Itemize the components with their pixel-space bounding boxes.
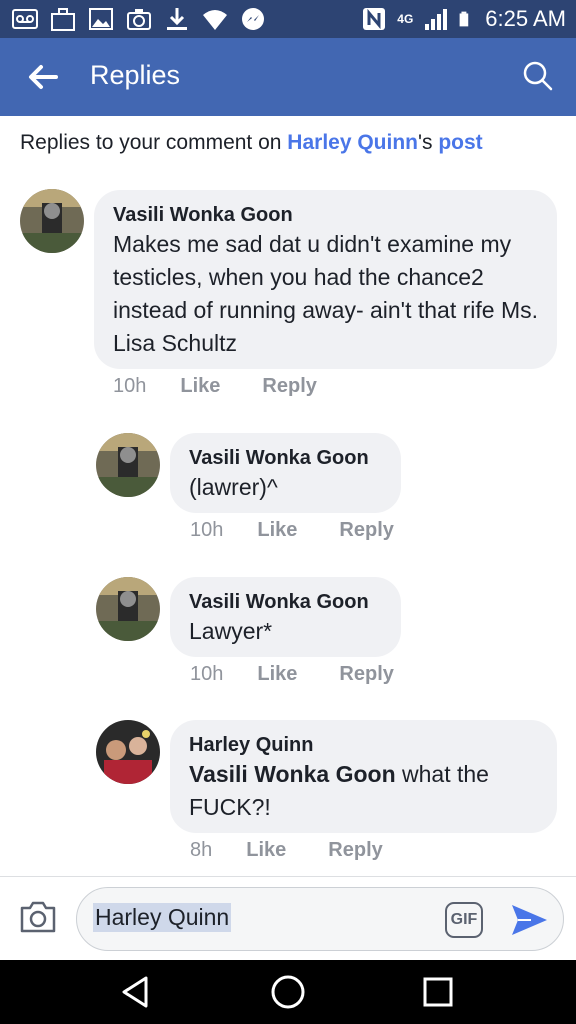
send-icon[interactable] xyxy=(509,900,549,940)
battery-icon xyxy=(459,11,469,27)
page-title: Replies xyxy=(90,60,181,90)
comment-author[interactable]: Vasili Wonka Goon xyxy=(189,589,383,615)
reply-button[interactable]: Reply xyxy=(328,839,382,862)
post-author-link[interactable]: Harley Quinn xyxy=(287,131,418,154)
comment-actions: 10h Like Reply xyxy=(190,663,436,686)
mention-tag[interactable]: Vasili Wonka Goon xyxy=(189,761,396,787)
reply-input-value[interactable]: Harley Quinn xyxy=(93,903,232,932)
comment-text: Vasili Wonka Goon what the FUCK?! xyxy=(189,758,539,824)
avatar[interactable] xyxy=(96,433,160,497)
arrow-left-icon[interactable] xyxy=(26,60,60,94)
context-possessive: 's xyxy=(418,131,439,154)
comment-bubble: Harley Quinn Vasili Wonka Goon what the … xyxy=(170,720,557,833)
app-header: Replies xyxy=(0,38,576,116)
comment-bubble: Vasili Wonka Goon Lawyer* xyxy=(170,577,401,657)
comment-text: (lawrer)^ xyxy=(189,474,278,500)
comment-author[interactable]: Vasili Wonka Goon xyxy=(113,202,539,228)
camera-icon[interactable] xyxy=(18,899,58,935)
reply-button[interactable]: Reply xyxy=(339,663,393,686)
reply-button[interactable]: Reply xyxy=(262,375,316,398)
like-button[interactable]: Like xyxy=(257,663,297,686)
signal-icon xyxy=(425,9,448,30)
replies-screen: 4G 6:25 AM Replies Replies to your comme… xyxy=(0,0,576,1024)
reply-button[interactable]: Reply xyxy=(339,519,393,542)
camera-icon xyxy=(127,9,151,30)
briefcase-icon xyxy=(51,8,75,31)
comment-timestamp: 10h xyxy=(190,663,224,685)
avatar[interactable] xyxy=(96,577,160,641)
nav-home-icon[interactable] xyxy=(268,972,308,1012)
voicemail-icon xyxy=(12,9,38,29)
status-time: 6:25 AM xyxy=(485,6,566,31)
network-4g-icon: 4G xyxy=(397,12,414,26)
like-button[interactable]: Like xyxy=(180,375,220,398)
search-icon[interactable] xyxy=(522,60,554,92)
comment-author[interactable]: Harley Quinn xyxy=(189,732,539,758)
nav-back-icon[interactable] xyxy=(118,974,154,1010)
comment-author[interactable]: Vasili Wonka Goon xyxy=(189,445,383,471)
comment-actions: 10h Like Reply xyxy=(113,375,359,398)
context-prefix: Replies to your comment on xyxy=(20,131,288,154)
wifi-icon xyxy=(203,10,227,30)
post-link[interactable]: post xyxy=(438,131,482,154)
comment-text: Lawyer* xyxy=(189,618,273,644)
comment-timestamp: 10h xyxy=(190,519,224,541)
avatar[interactable] xyxy=(96,720,160,784)
like-button[interactable]: Like xyxy=(257,519,297,542)
download-icon xyxy=(167,8,187,30)
avatar[interactable] xyxy=(20,189,84,253)
gif-icon[interactable]: GIF xyxy=(445,902,483,938)
messenger-icon xyxy=(242,8,264,30)
image-icon xyxy=(89,8,113,30)
nfc-icon xyxy=(363,8,386,30)
comment-text: Makes me sad dat u didn't examine my tes… xyxy=(113,231,538,356)
comment-timestamp: 8h xyxy=(190,839,213,861)
replies-context: Replies to your comment on Harley Quinn'… xyxy=(20,131,483,155)
reply-input[interactable]: Harley Quinn GIF xyxy=(76,887,564,951)
comment-bubble: Vasili Wonka Goon Makes me sad dat u did… xyxy=(94,190,557,369)
comment-timestamp: 10h xyxy=(113,375,147,397)
comment-actions: 8h Like Reply xyxy=(190,839,425,862)
comment-bubble: Vasili Wonka Goon (lawrer)^ xyxy=(170,433,401,513)
status-bar: 4G 6:25 AM xyxy=(0,0,576,38)
like-button[interactable]: Like xyxy=(246,839,286,862)
nav-recents-icon[interactable] xyxy=(420,974,456,1010)
reply-composer: Harley Quinn GIF xyxy=(0,876,576,960)
system-nav-bar xyxy=(0,960,576,1024)
comment-actions: 10h Like Reply xyxy=(190,519,436,542)
